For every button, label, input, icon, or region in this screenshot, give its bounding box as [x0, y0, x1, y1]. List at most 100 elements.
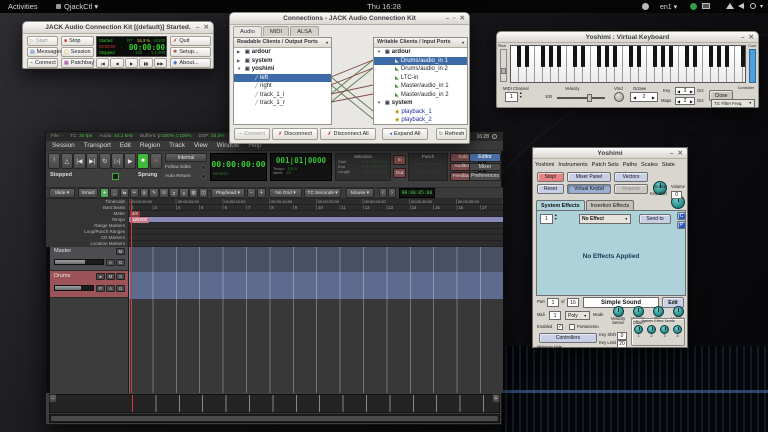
- selection-length-value[interactable]: --:--:--:--: [362, 169, 389, 174]
- tempo-marker[interactable]: 120.000: [130, 217, 150, 223]
- keyboard-layout-indicator[interactable]: en1 ▾: [660, 3, 677, 11]
- spinner-arrows[interactable]: ▲ ▼: [519, 91, 523, 99]
- auto-return-toggle[interactable]: [201, 174, 206, 179]
- group-button[interactable]: G: [116, 285, 125, 292]
- tab[interactable]: Insertion Effects: [585, 200, 635, 210]
- tree-row[interactable]: ◣ Master/audio_in 1: [374, 82, 467, 91]
- menu-item[interactable]: Instruments: [558, 162, 587, 168]
- summary-zoom-in-button[interactable]: +: [492, 394, 500, 403]
- transport-button[interactable]: |◀: [73, 153, 86, 169]
- follow-edits-toggle[interactable]: [201, 165, 206, 170]
- tree-row[interactable]: ╱ track_1_r: [234, 99, 331, 108]
- writable-clients-header[interactable]: Writable Clients / Input Ports ▾: [374, 38, 467, 48]
- summary-view[interactable]: [49, 394, 500, 413]
- mute-button[interactable]: M: [116, 248, 125, 255]
- controller-dropdown[interactable]: 74: Filter Freq. ▼: [711, 98, 755, 108]
- menu-item[interactable]: Track: [169, 142, 185, 149]
- send-to-button[interactable]: Send to: [639, 214, 671, 224]
- menu-item[interactable]: Session: [52, 142, 75, 149]
- enabled-checkbox[interactable]: ✓: [557, 324, 563, 330]
- clock[interactable]: Thu 16:28: [0, 2, 768, 11]
- expander-icon[interactable]: ▼: [237, 65, 243, 74]
- tree-row[interactable]: ◣ Master/audio_in 2: [374, 91, 467, 100]
- tool-button[interactable]: ✛: [100, 188, 110, 198]
- right-arrow-icon[interactable]: ▶: [652, 95, 655, 100]
- edit-mode-dropdown[interactable]: Slide ▾: [49, 188, 75, 198]
- menu-item[interactable]: Scales: [641, 162, 658, 168]
- tree-row[interactable]: ◣ Drums/audio_in 2: [374, 65, 467, 74]
- nav-button[interactable]: Mixer: [469, 162, 501, 172]
- drums-track-header[interactable]: Drums ● M S P A G: [50, 271, 128, 298]
- setup-button[interactable]: ✱ Setup...: [170, 47, 211, 57]
- vrnd-knob[interactable]: [614, 92, 624, 102]
- pitch-slider[interactable]: [500, 49, 507, 82]
- volume-icon[interactable]: [738, 3, 744, 9]
- transport-button[interactable]: ●: [149, 153, 162, 169]
- record-arm-button[interactable]: ●: [96, 273, 105, 280]
- spinner-arrows[interactable]: ▲ ▼: [554, 213, 558, 221]
- expander-icon[interactable]: ▶: [237, 48, 243, 57]
- summary-zoom-out-button[interactable]: −: [49, 394, 57, 403]
- tool-button[interactable]: ◎: [139, 188, 149, 198]
- maps-spinner[interactable]: ◀ 2 ▶: [675, 97, 695, 105]
- qjackctl-titlebar[interactable]: JACK Audio Connection Kit [(default)] St…: [23, 22, 213, 34]
- mixer-panel-button[interactable]: Mixer Panel: [567, 172, 611, 182]
- editor-canvas[interactable]: [129, 247, 503, 393]
- vkb-titlebar[interactable]: Yoshimi : Virtual Keyboard – ✕: [497, 32, 758, 43]
- network-icon[interactable]: [726, 3, 734, 9]
- tree-row[interactable]: ▶ ▣ system: [234, 57, 331, 66]
- transport-button[interactable]: △: [60, 153, 73, 169]
- yoshimi-titlebar[interactable]: Yoshimi – ✕: [533, 148, 687, 159]
- part-knob[interactable]: [672, 306, 684, 317]
- automation-button[interactable]: A: [106, 285, 115, 292]
- transport-button[interactable]: ↻: [98, 153, 111, 169]
- copy-button[interactable]: C: [677, 212, 686, 220]
- key-shift-spinner[interactable]: 0: [671, 191, 682, 199]
- virtual-keybd-button[interactable]: Virtual Keybd: [567, 184, 611, 194]
- key-limit-spinner[interactable]: 20: [617, 340, 627, 348]
- transport-button[interactable]: !: [48, 153, 61, 169]
- key-shift2-spinner[interactable]: 0: [617, 331, 627, 340]
- send-knob[interactable]: [647, 324, 656, 334]
- nudge-forward-button[interactable]: ›: [388, 188, 396, 198]
- transport-button[interactable]: ◀: [110, 58, 124, 68]
- effect-type-dropdown[interactable]: No Effect ▼: [579, 214, 631, 224]
- tab[interactable]: ALSA: [290, 26, 319, 36]
- track-name[interactable]: Master: [54, 248, 71, 254]
- key-spinner[interactable]: ◀ 3 ▶: [675, 87, 695, 95]
- transport-button[interactable]: ▶: [124, 153, 137, 169]
- tool-button[interactable]: ↔: [109, 188, 120, 198]
- nav-button[interactable]: Editor: [469, 153, 501, 162]
- readable-clients-header[interactable]: Readable Clients / Output Ports ▾: [234, 38, 331, 48]
- tool-button[interactable]: ⇆: [119, 188, 130, 198]
- close-icon[interactable]: ✕: [204, 22, 209, 33]
- tree-row[interactable]: ╱ left: [234, 73, 331, 82]
- playhead[interactable]: [131, 199, 132, 393]
- master-track-header[interactable]: Master M A G: [50, 247, 128, 271]
- scrollbar-thumb[interactable]: [51, 416, 498, 421]
- menu-item[interactable]: View: [194, 142, 208, 149]
- messages-button[interactable]: ▤ Messages: [27, 47, 62, 57]
- tab[interactable]: MIDI: [262, 26, 290, 36]
- smart-mode-button[interactable]: Smart: [78, 188, 98, 198]
- tool-button[interactable]: ◫: [198, 188, 209, 198]
- tool-button[interactable]: ≡: [179, 188, 189, 198]
- expander-icon[interactable]: ▶: [237, 57, 243, 66]
- midi-channel-spinner[interactable]: 1: [505, 92, 518, 102]
- stop-button[interactable]: ■ Stop: [61, 36, 94, 46]
- tab[interactable]: Audio: [233, 26, 262, 37]
- punch-out-value[interactable]: --:--:--:--: [409, 169, 447, 174]
- transport-button[interactable]: |◀: [96, 58, 110, 68]
- vectors-button[interactable]: Vectors: [614, 172, 648, 182]
- gain-fader[interactable]: [54, 285, 94, 291]
- zoom-focus-dropdown[interactable]: Playhead ▾: [211, 188, 245, 198]
- piano-keyboard[interactable]: [510, 45, 746, 83]
- chevron-down-icon[interactable]: ▾: [326, 38, 328, 47]
- transport-button[interactable]: ▷|: [111, 153, 124, 169]
- screenshot-icon[interactable]: [642, 3, 649, 10]
- transport-button[interactable]: ▶: [124, 58, 139, 68]
- menu-item[interactable]: Patch Sets: [592, 162, 619, 168]
- tab[interactable]: System Effects: [536, 200, 585, 210]
- tree-row[interactable]: ▶ ▣ ardour: [234, 48, 331, 57]
- menu-item[interactable]: Yoshimi: [535, 162, 554, 168]
